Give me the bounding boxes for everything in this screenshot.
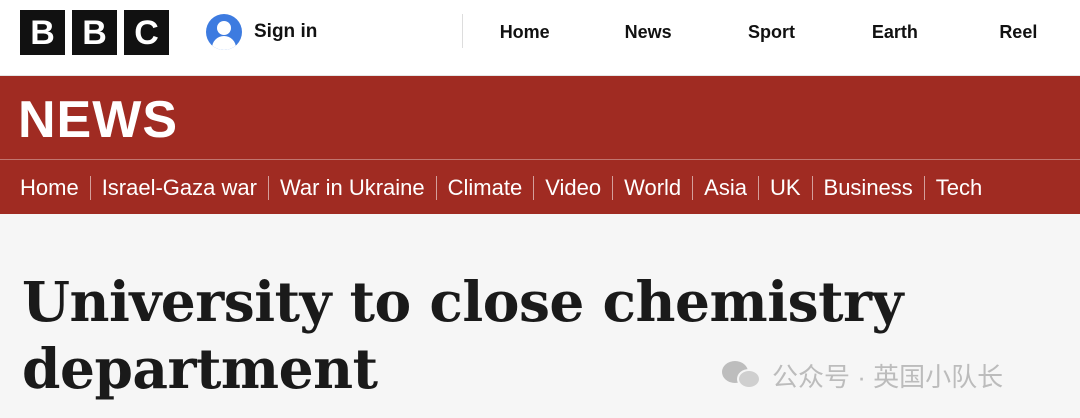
sub-nav-home[interactable]: Home xyxy=(20,174,79,202)
sub-nav-separator xyxy=(435,176,437,200)
headline-line-1: University to close chemistry xyxy=(22,269,903,334)
sub-nav-separator xyxy=(757,176,759,200)
top-nav-news[interactable]: News xyxy=(586,22,709,43)
logo-letter: C xyxy=(124,10,169,55)
top-nav-sport[interactable]: Sport xyxy=(710,22,833,43)
sub-nav-separator xyxy=(533,176,535,200)
headline-line-2: department xyxy=(22,336,378,401)
sub-nav-world[interactable]: World xyxy=(624,174,681,202)
logo-letter: B xyxy=(20,10,65,55)
top-navigation: Home News Sport Earth Reel xyxy=(463,0,1080,64)
sub-nav-separator xyxy=(811,176,813,200)
section-navigation: Home Israel-Gaza war War in Ukraine Clim… xyxy=(20,171,982,205)
sub-nav-business[interactable]: Business xyxy=(824,174,913,202)
sub-nav-separator xyxy=(267,176,269,200)
section-title[interactable]: NEWS xyxy=(18,94,178,146)
sub-nav-israel-gaza-war[interactable]: Israel-Gaza war xyxy=(102,174,257,202)
top-nav-reel[interactable]: Reel xyxy=(957,22,1080,43)
sub-nav-separator xyxy=(89,176,91,200)
bbc-logo[interactable]: B B C xyxy=(20,10,169,55)
user-icon xyxy=(206,14,242,50)
logo-letter: B xyxy=(72,10,117,55)
sub-nav-tech[interactable]: Tech xyxy=(936,174,982,202)
sub-nav-video[interactable]: Video xyxy=(545,174,601,202)
sign-in-label: Sign in xyxy=(254,21,318,42)
section-divider xyxy=(0,159,1080,160)
sub-nav-climate[interactable]: Climate xyxy=(448,174,523,202)
sign-in-button[interactable]: Sign in xyxy=(206,14,317,50)
watermark-text: 公众号 · 英国小队长 xyxy=(772,361,1004,392)
top-nav-earth[interactable]: Earth xyxy=(833,22,956,43)
watermark: 公众号 · 英国小队长 xyxy=(722,357,1003,393)
news-section-bar: NEWS Home Israel-Gaza war War in Ukraine… xyxy=(0,76,1080,214)
sub-nav-asia[interactable]: Asia xyxy=(704,174,747,202)
sub-nav-separator xyxy=(692,176,694,200)
sub-nav-separator xyxy=(923,176,925,200)
sub-nav-uk[interactable]: UK xyxy=(770,174,801,202)
wechat-icon xyxy=(722,359,762,391)
sub-nav-war-in-ukraine[interactable]: War in Ukraine xyxy=(280,174,425,202)
top-bar: B B C Sign in Home News Sport Earth Reel xyxy=(0,0,1080,76)
sub-nav-separator xyxy=(612,176,614,200)
top-nav-home[interactable]: Home xyxy=(463,22,586,43)
